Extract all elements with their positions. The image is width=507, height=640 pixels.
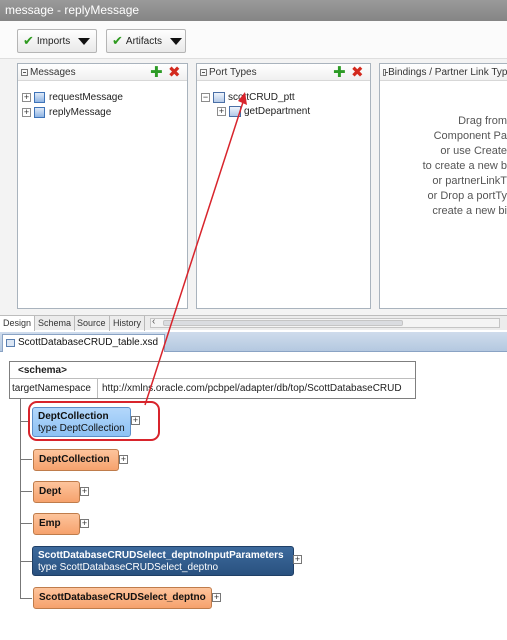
element-type: type ScottDatabaseCRUDSelect_deptno (38, 562, 219, 573)
expand-icon[interactable]: + (80, 487, 89, 496)
expand-icon[interactable]: + (217, 107, 226, 116)
hint-line: create a new bi (432, 205, 507, 217)
tree-connector (20, 399, 21, 599)
pane-menu-icon[interactable] (383, 68, 389, 76)
connector (20, 598, 32, 599)
editor-tabs: Design Schema Source History ‹ (0, 315, 507, 331)
tree-item-request-message[interactable]: + requestMessage (22, 91, 123, 104)
target-namespace-row: targetNamespace http://xmlns.oracle.com/… (10, 379, 415, 398)
tab-schema[interactable]: Schema (35, 316, 76, 331)
expand-icon[interactable]: + (293, 555, 302, 564)
element-dept[interactable]: Dept (33, 481, 80, 503)
message-icon (34, 92, 45, 103)
expand-icon[interactable]: + (80, 519, 89, 528)
bindings-pane-title: Bindings / Partner Link Types (388, 66, 507, 78)
element-name: Emp (39, 518, 61, 529)
window-title: message - replyMessage (0, 0, 507, 21)
expand-icon[interactable]: + (22, 108, 31, 117)
dropdown-arrow-icon (170, 37, 183, 45)
expand-icon[interactable]: + (119, 455, 128, 464)
operation-label: getDepartment (244, 106, 311, 117)
hint-line: or Drop a portTy (427, 190, 507, 202)
toolbar: ✔ Imports ✔ Artifacts (0, 21, 507, 59)
tab-history[interactable]: History (110, 316, 146, 331)
target-namespace-value: http://xmlns.oracle.com/pcbpel/adapter/d… (102, 383, 402, 394)
connector (20, 491, 32, 492)
delete-icon[interactable]: ✖ (351, 65, 364, 80)
element-name: Dept (39, 486, 62, 497)
pane-menu-icon[interactable] (200, 68, 207, 76)
file-tab-bar: ScottDatabaseCRUD_table.xsd (0, 332, 507, 352)
messages-pane: Messages ✚ ✖ + requestMessage + replyMes… (17, 63, 188, 309)
xsd-file-icon (6, 339, 15, 347)
collapse-icon[interactable]: − (201, 93, 210, 102)
file-tab-label: ScottDatabaseCRUD_table.xsd (18, 337, 159, 348)
expand-icon[interactable]: + (212, 593, 221, 602)
add-icon[interactable]: ✚ (150, 65, 163, 80)
element-name: DeptCollection (39, 454, 110, 465)
element-name: ScottDatabaseCRUDSelect_deptno (39, 592, 206, 603)
hint-line: Component Pa (433, 130, 507, 142)
schema-canvas: <schema> targetNamespace http://xmlns.or… (0, 353, 507, 640)
artifacts-button[interactable]: ✔ Artifacts (106, 29, 186, 53)
scrollbar-thumb[interactable] (163, 320, 403, 326)
messages-pane-title: Messages (30, 66, 76, 78)
connector (20, 523, 32, 524)
bindings-hint: Drag from Component Pa or use Create to … (390, 114, 507, 219)
expand-icon[interactable]: + (22, 93, 31, 102)
imports-button[interactable]: ✔ Imports (17, 29, 97, 53)
checkmark-icon: ✔ (23, 33, 34, 48)
messages-pane-header: Messages ✚ ✖ (18, 64, 187, 81)
tab-design[interactable]: Design (0, 316, 36, 331)
imports-label: Imports (36, 35, 71, 47)
file-tab[interactable]: ScottDatabaseCRUD_table.xsd (2, 334, 166, 352)
port-types-pane: Port Types ✚ ✖ − scottCRUD_ptt + getDepa… (196, 63, 371, 309)
port-types-pane-title: Port Types (209, 66, 257, 78)
port-types-pane-header: Port Types ✚ ✖ (197, 64, 370, 81)
horizontal-scrollbar[interactable]: ‹ (150, 316, 500, 328)
message-label: requestMessage (49, 92, 123, 103)
tree-item-reply-message[interactable]: + replyMessage (22, 106, 111, 119)
port-type-icon (213, 92, 225, 103)
delete-icon[interactable]: ✖ (168, 65, 181, 80)
hint-line: or use Create (440, 145, 507, 157)
add-icon[interactable]: ✚ (333, 65, 346, 80)
tree-item-port-type[interactable]: − scottCRUD_ptt (201, 91, 295, 104)
message-label: replyMessage (49, 107, 112, 118)
checkmark-icon: ✔ (112, 33, 123, 48)
schema-node[interactable]: <schema> targetNamespace http://xmlns.or… (9, 361, 416, 399)
dropdown-arrow-icon (78, 37, 91, 45)
pane-menu-icon[interactable] (21, 68, 28, 76)
scroll-left-icon[interactable]: ‹ (152, 316, 155, 327)
element-select-deptno[interactable]: ScottDatabaseCRUDSelect_deptno (33, 587, 212, 609)
message-icon (34, 107, 45, 118)
schema-title: <schema> (10, 362, 415, 379)
element-select-deptno-input-parameters[interactable]: ScottDatabaseCRUDSelect_deptnoInputParam… (32, 546, 294, 576)
operation-icon (229, 106, 241, 117)
tab-source[interactable]: Source (74, 316, 110, 331)
hint-line: Drag from (458, 115, 507, 127)
bindings-pane-header: Bindings / Partner Link Types (380, 64, 507, 81)
element-emp[interactable]: Emp (33, 513, 80, 535)
element-name: ScottDatabaseCRUDSelect_deptnoInputParam… (38, 550, 284, 561)
target-namespace-key: targetNamespace (10, 379, 98, 398)
tree-item-operation[interactable]: + getDepartment (217, 105, 310, 118)
hint-line: or partnerLinkT (432, 175, 507, 187)
element-dept-collection-ref[interactable]: DeptCollection (33, 449, 119, 471)
connector (20, 459, 32, 460)
hint-line: to create a new b (422, 160, 507, 172)
annotation-highlight (28, 401, 160, 441)
port-type-label: scottCRUD_ptt (228, 92, 295, 103)
connector (20, 561, 32, 562)
artifacts-label: Artifacts (125, 35, 163, 47)
panes-area: Messages ✚ ✖ + requestMessage + replyMes… (0, 59, 507, 315)
